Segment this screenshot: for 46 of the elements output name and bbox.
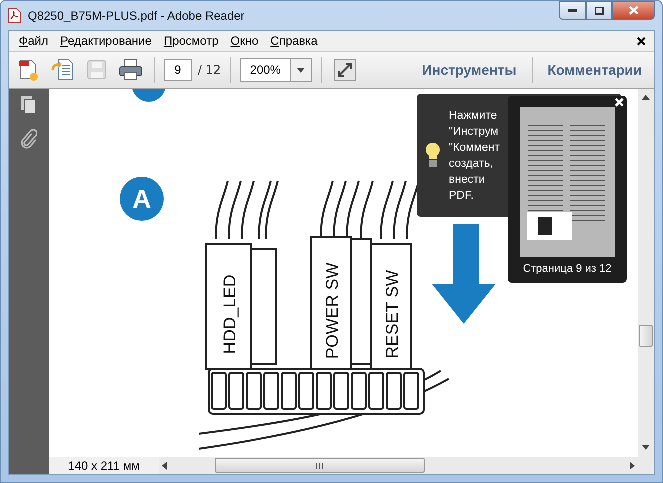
menu-item[interactable]: Просмотр xyxy=(158,34,225,48)
connector-label: HDD_LED xyxy=(220,274,240,354)
light-bulb-icon xyxy=(425,142,441,170)
tooltip-text: PDF. xyxy=(449,188,475,204)
tooltip-text: Нажмите xyxy=(449,108,498,124)
menu-item[interactable]: Файл xyxy=(13,34,55,48)
connector-label: RESET SW xyxy=(383,270,402,359)
menu-item[interactable]: Справка xyxy=(264,34,324,48)
page-number-field[interactable]: 9 xyxy=(164,59,192,81)
tooltip-text: внести xyxy=(449,172,486,188)
thumbnail-caption: Страница 9 из 12 xyxy=(523,263,612,275)
grip-icon xyxy=(316,462,324,468)
maximize-icon xyxy=(594,6,604,14)
menu-item[interactable]: Редактирование xyxy=(54,34,158,48)
window-title: Q8250_B75M-PLUS.pdf - Adobe Reader xyxy=(28,8,245,22)
page-size-label: 140 x 211 мм xyxy=(67,458,141,472)
paperclip-icon xyxy=(21,129,37,149)
maximize-button[interactable] xyxy=(586,1,612,20)
pages-icon xyxy=(20,95,38,115)
scroll-down-icon[interactable] xyxy=(642,445,650,450)
tools-tab[interactable]: Инструменты xyxy=(416,62,523,78)
close-button[interactable] xyxy=(612,1,655,20)
minimize-button[interactable] xyxy=(559,1,586,20)
minimize-icon xyxy=(568,9,577,12)
close-document-icon[interactable] xyxy=(637,36,646,46)
menu-item[interactable]: Окно xyxy=(224,34,265,48)
scroll-up-icon[interactable] xyxy=(642,95,650,100)
close-icon[interactable] xyxy=(615,98,624,107)
connector-label: POWER SW xyxy=(323,262,342,360)
pdf-file-icon xyxy=(8,8,22,24)
scroll-thumb[interactable] xyxy=(639,325,653,347)
scroll-left-icon[interactable] xyxy=(162,462,167,470)
scroll-thumb[interactable] xyxy=(215,458,425,473)
tooltip-text: "Коммент xyxy=(449,140,500,156)
dropdown-button[interactable] xyxy=(290,58,312,82)
close-icon xyxy=(628,6,638,15)
scroll-right-icon[interactable] xyxy=(630,462,635,470)
tooltip-text: "Инструм xyxy=(449,124,500,140)
zoom-field[interactable]: 200% xyxy=(240,58,290,82)
vertical-scrollbar[interactable] xyxy=(638,89,654,474)
tooltip-text: создать, xyxy=(449,156,494,172)
caret-icon xyxy=(297,68,306,72)
horizontal-scrollbar[interactable] xyxy=(159,457,638,474)
step-badge: A xyxy=(120,177,164,221)
comments-tab[interactable]: Комментарии xyxy=(542,62,648,78)
page-total: / 12 xyxy=(198,63,222,77)
